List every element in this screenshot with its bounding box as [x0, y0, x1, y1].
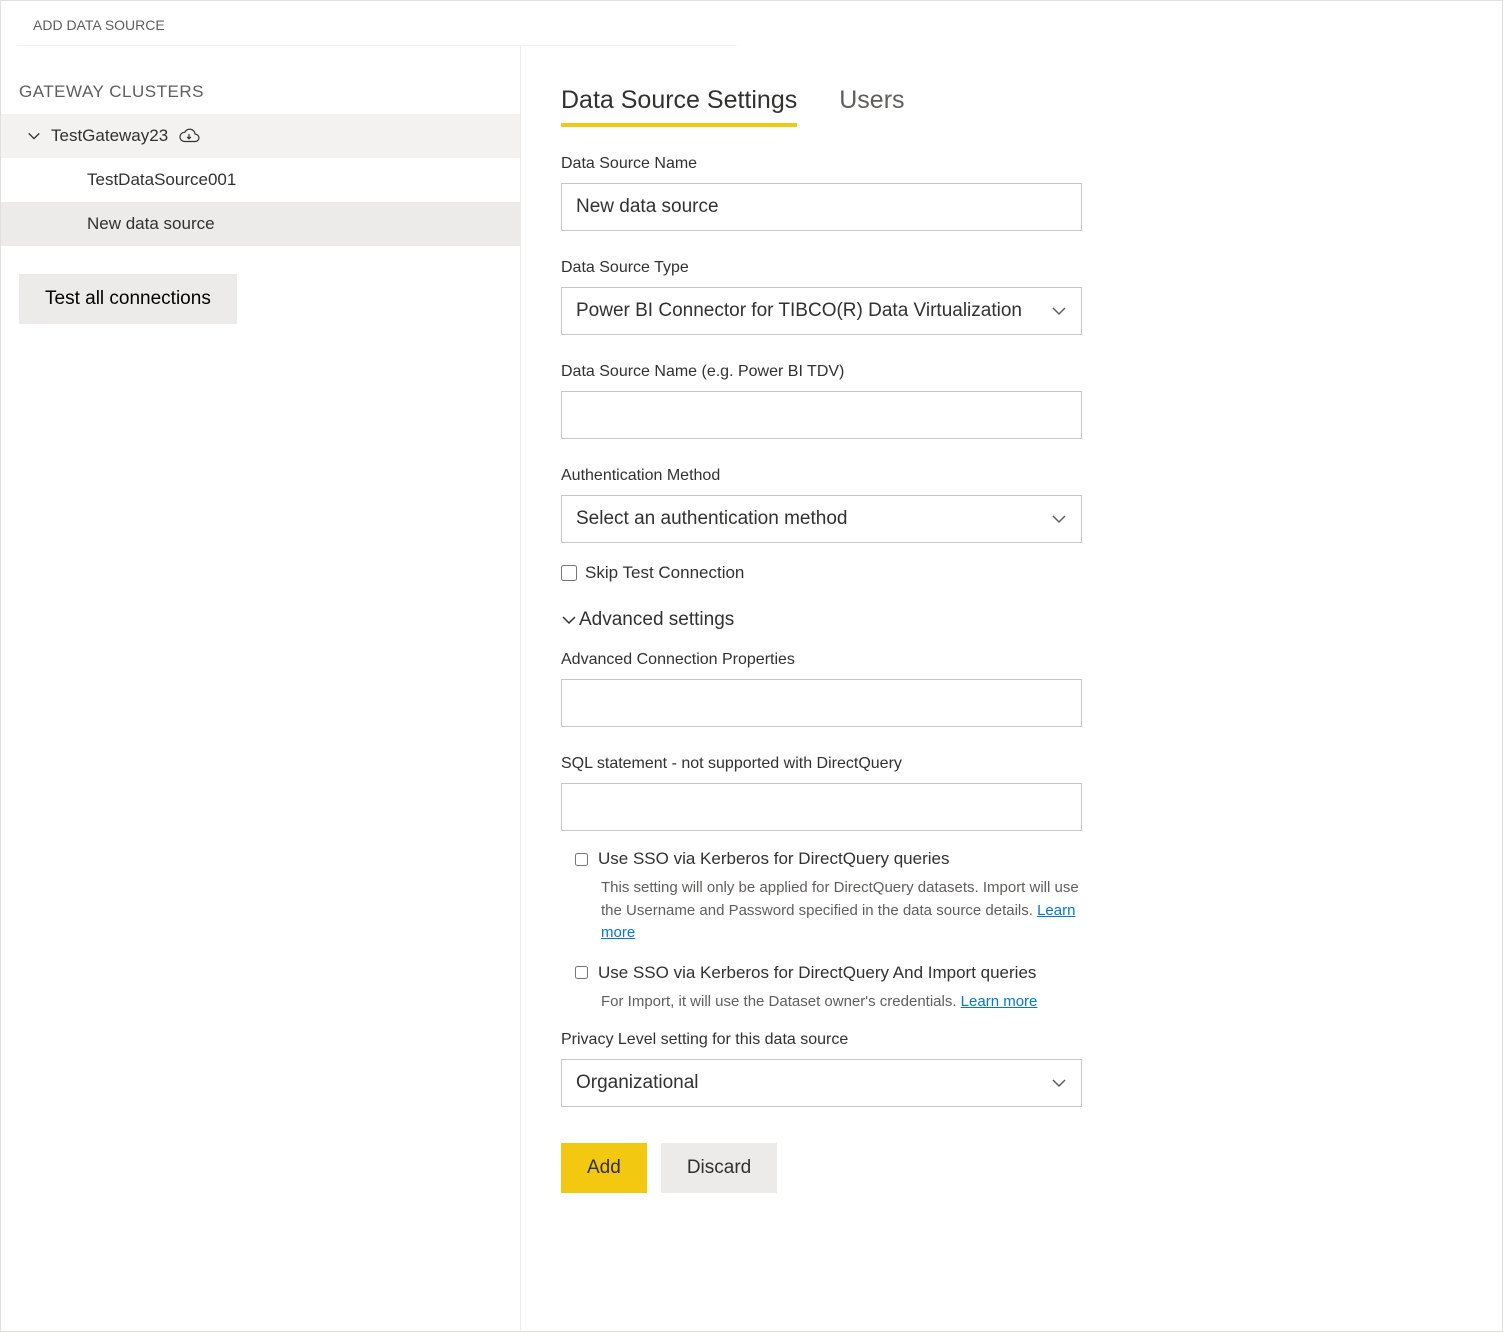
chevron-down-icon — [1051, 1075, 1067, 1091]
data-source-type-value: Power BI Connector for TIBCO(R) Data Vir… — [576, 300, 1022, 322]
sidebar-item-testdatasource001[interactable]: TestDataSource001 — [1, 158, 520, 202]
gateway-clusters-label: GATEWAY CLUSTERS — [1, 46, 520, 114]
sso-kerberos-directquery-help: This setting will only be applied for Di… — [601, 877, 1082, 945]
chevron-down-icon — [27, 129, 41, 143]
privacy-level-value: Organizational — [576, 1072, 699, 1094]
chevron-down-icon — [1051, 511, 1067, 527]
learn-more-link-2[interactable]: Learn more — [961, 993, 1038, 1010]
data-source-type-select[interactable]: Power BI Connector for TIBCO(R) Data Vir… — [561, 287, 1082, 335]
test-all-connections-button[interactable]: Test all connections — [19, 274, 237, 324]
sso-kerberos-directquery-label: Use SSO via Kerberos for DirectQuery que… — [598, 849, 949, 869]
sql-statement-input[interactable] — [561, 783, 1082, 831]
authentication-method-select[interactable]: Select an authentication method — [561, 495, 1082, 543]
label-data-source-name: Data Source Name — [561, 155, 1082, 173]
skip-test-connection-label: Skip Test Connection — [585, 563, 744, 583]
advanced-connection-properties-input[interactable] — [561, 679, 1082, 727]
tab-users[interactable]: Users — [839, 86, 904, 127]
main-panel: Data Source Settings Users Data Source N… — [521, 46, 1502, 1331]
add-button[interactable]: Add — [561, 1143, 647, 1193]
data-source-name-2-input[interactable] — [561, 391, 1082, 439]
label-sql-statement: SQL statement - not supported with Direc… — [561, 755, 1082, 773]
label-advanced-connection-properties: Advanced Connection Properties — [561, 651, 1082, 669]
authentication-method-value: Select an authentication method — [576, 508, 847, 530]
chevron-down-icon — [1051, 303, 1067, 319]
gateway-name: TestGateway23 — [51, 126, 168, 146]
chevron-down-icon — [561, 612, 577, 628]
privacy-level-select[interactable]: Organizational — [561, 1059, 1082, 1107]
sso-kerberos-dq-import-label: Use SSO via Kerberos for DirectQuery And… — [598, 963, 1036, 983]
skip-test-connection-checkbox[interactable] — [561, 565, 577, 581]
discard-button[interactable]: Discard — [661, 1143, 777, 1193]
label-data-source-name-2: Data Source Name (e.g. Power BI TDV) — [561, 363, 1082, 381]
sso-kerberos-dq-import-checkbox[interactable] — [575, 966, 588, 979]
gateway-row[interactable]: TestGateway23 — [1, 114, 520, 158]
advanced-settings-label: Advanced settings — [579, 609, 734, 631]
sso-kerberos-directquery-checkbox[interactable] — [575, 853, 588, 866]
data-source-name-input[interactable] — [561, 183, 1082, 231]
page-title: ADD DATA SOURCE — [17, 1, 737, 46]
sidebar: GATEWAY CLUSTERS TestGateway23 TestDataS… — [1, 46, 521, 1331]
tab-data-source-settings[interactable]: Data Source Settings — [561, 86, 797, 127]
label-data-source-type: Data Source Type — [561, 259, 1082, 277]
label-privacy-level: Privacy Level setting for this data sour… — [561, 1031, 1082, 1049]
sso-kerberos-dq-import-help: For Import, it will use the Dataset owne… — [601, 991, 1082, 1014]
label-authentication-method: Authentication Method — [561, 467, 1082, 485]
sidebar-item-new-data-source[interactable]: New data source — [1, 202, 520, 246]
cloud-icon — [178, 127, 200, 145]
advanced-settings-toggle[interactable]: Advanced settings — [561, 609, 1082, 631]
